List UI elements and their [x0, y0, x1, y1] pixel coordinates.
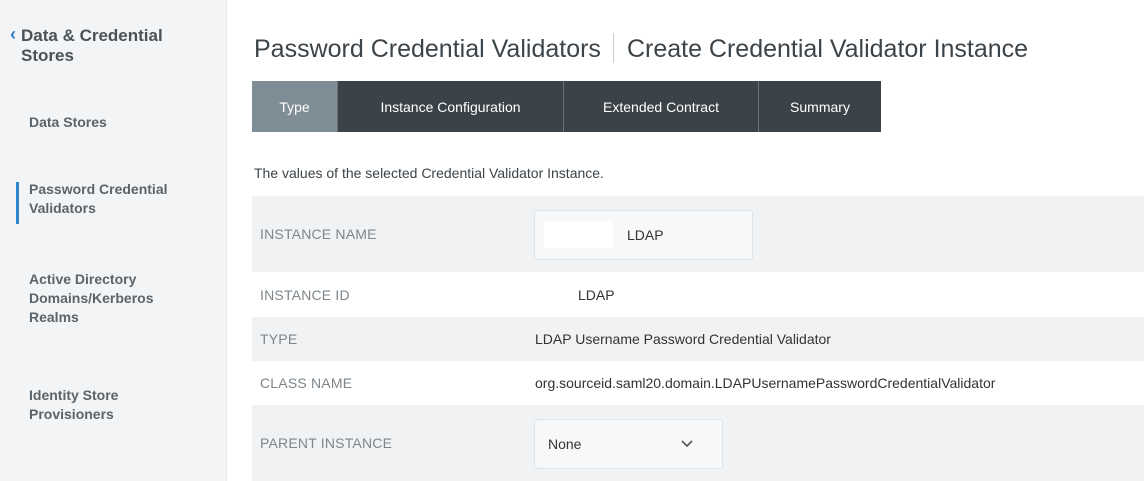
sidebar-item-data-stores[interactable]: Data Stores [29, 113, 214, 132]
type-value: LDAP Username Password Credential Valida… [535, 331, 831, 347]
tab-summary[interactable]: Summary [759, 81, 881, 132]
page-subtitle: Create Credential Validator Instance [626, 35, 1029, 63]
tab-instance-configuration[interactable]: Instance Configuration [338, 81, 564, 132]
tab-type[interactable]: Type [252, 81, 338, 132]
sidebar-item-active-directory-domains[interactable]: Active Directory Domains/Kerberos Realms [29, 270, 179, 327]
title-divider [612, 33, 614, 63]
sidebar-back-title: Data & Credential Stores [21, 26, 163, 65]
sidebar-item-password-credential-validators[interactable]: Password Credential Validators [16, 180, 199, 224]
tab-extended-contract[interactable]: Extended Contract [564, 81, 759, 132]
chevron-down-icon [680, 436, 694, 455]
field-row-instance-name: INSTANCE NAME LDAP [252, 196, 1144, 272]
field-row-class-name: CLASS NAME org.sourceid.saml20.domain.LD… [252, 361, 1144, 405]
field-label: INSTANCE ID [260, 286, 350, 303]
redacted-text [544, 221, 613, 248]
parent-instance-select[interactable]: None [534, 419, 723, 469]
chevron-left-icon: ‹ [10, 24, 16, 44]
field-row-instance-id: INSTANCE ID LDAP [252, 272, 1144, 317]
wizard-tabs: Type Instance Configuration Extended Con… [252, 81, 881, 132]
field-label: TYPE [260, 331, 298, 347]
intro-text: The values of the selected Credential Va… [254, 165, 604, 181]
field-label: INSTANCE NAME [260, 226, 377, 242]
instance-id-value: LDAP [578, 286, 615, 303]
back-link[interactable]: ‹ Data & Credential Stores [10, 24, 220, 66]
parent-instance-value: None [548, 436, 582, 452]
sidebar-item-identity-store-provisioners[interactable]: Identity Store Provisioners [29, 386, 169, 424]
field-label: PARENT INSTANCE [260, 435, 393, 451]
field-row-parent-instance: PARENT INSTANCE None [252, 405, 1144, 481]
sidebar: ‹ Data & Credential Stores Data Stores P… [0, 0, 227, 481]
page-title: Password Credential Validators Create Cre… [254, 33, 1028, 64]
instance-name-value: LDAP [627, 227, 664, 243]
instance-name-input[interactable]: LDAP [534, 210, 753, 260]
section-title: Password Credential Validators [254, 35, 601, 63]
class-name-value: org.sourceid.saml20.domain.LDAPUsernameP… [535, 375, 996, 391]
instance-fields-table: INSTANCE NAME LDAP INSTANCE ID LDAP TYPE… [252, 196, 1144, 481]
field-label: CLASS NAME [260, 375, 353, 391]
field-row-type: TYPE LDAP Username Password Credential V… [252, 317, 1144, 361]
